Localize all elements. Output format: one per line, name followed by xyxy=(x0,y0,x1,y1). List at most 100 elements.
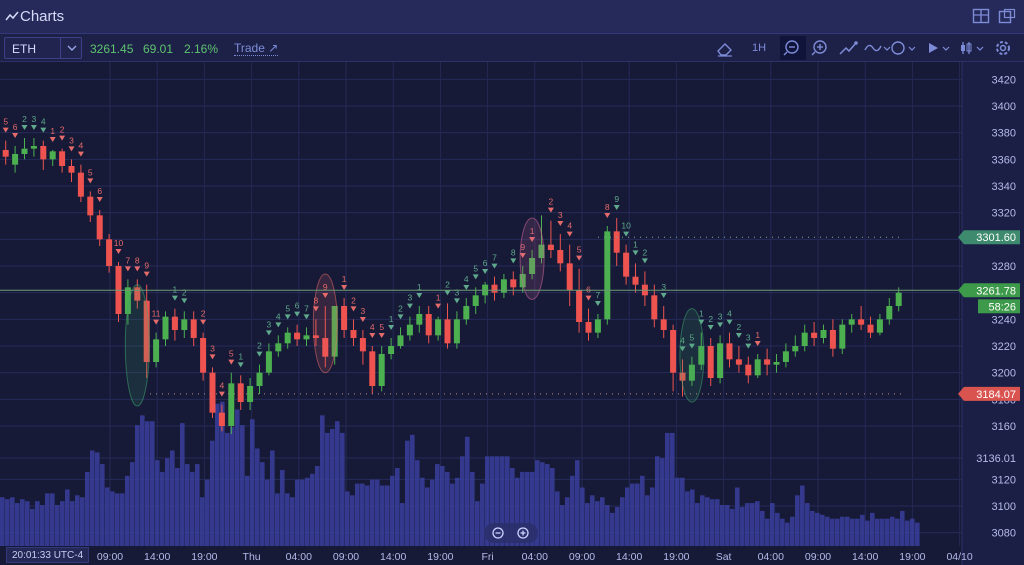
volume-bar xyxy=(560,505,565,546)
signal-triangle xyxy=(228,359,235,365)
candle xyxy=(96,215,103,240)
volume-bar xyxy=(35,501,40,546)
volume-bar xyxy=(365,485,370,546)
candle xyxy=(40,146,47,160)
signal-count: 2 xyxy=(257,341,262,351)
signal-count: 11 xyxy=(152,309,161,319)
volume-bar xyxy=(160,471,165,546)
candle xyxy=(49,151,56,160)
volume-bar xyxy=(100,464,105,546)
volume-bar xyxy=(320,415,325,546)
volume-bar xyxy=(420,477,425,546)
volume-bar xyxy=(250,419,255,546)
signal-triangle xyxy=(641,258,648,264)
volume-bar xyxy=(450,483,455,546)
candle xyxy=(764,359,771,365)
zoom-in-icon[interactable] xyxy=(808,36,832,60)
price-tick-label: 3200 xyxy=(992,368,1016,380)
symbol-selector[interactable]: ETH xyxy=(4,37,82,59)
time-tick-label: 04:00 xyxy=(286,551,312,563)
circle-tool-icon[interactable] xyxy=(888,36,918,60)
signal-triangle xyxy=(115,249,122,254)
signal-triangle xyxy=(284,314,291,320)
candle xyxy=(153,339,160,362)
candle xyxy=(848,319,855,325)
chevron-down-icon[interactable] xyxy=(60,38,82,58)
candle xyxy=(745,364,752,376)
volume-bar xyxy=(315,466,320,546)
candle xyxy=(68,166,75,173)
volume-bar xyxy=(330,429,335,546)
volume-bar xyxy=(10,497,15,546)
signal-count: 4 xyxy=(370,322,375,332)
volume-bar xyxy=(565,497,570,546)
signal-highlight-ellipse xyxy=(124,284,150,407)
volume-bar xyxy=(385,485,390,546)
volume-bar xyxy=(360,483,365,546)
signal-count: 2 xyxy=(182,287,187,297)
volume-bar xyxy=(125,475,130,546)
volume-bar xyxy=(785,522,790,546)
eraser-icon[interactable] xyxy=(714,36,736,60)
signal-count: 3 xyxy=(32,114,37,124)
signal-count: 2 xyxy=(549,197,554,207)
candle xyxy=(726,343,733,360)
volume-bar xyxy=(615,507,620,546)
signal-count: 8 xyxy=(605,202,610,212)
candlestick-chart[interactable]: 562 3 41 23456107 89111 22345 12345 6 7891234 512… xyxy=(0,62,1024,565)
volume-bar xyxy=(800,485,805,546)
candle xyxy=(463,306,470,320)
volume-bar xyxy=(850,518,855,546)
time-axis[interactable]: 09:00 14:00 19:00 Thu 04:00 09:00 14:00 19:00 Fr… xyxy=(97,551,973,563)
volume-bar xyxy=(445,471,450,546)
signal-triangle xyxy=(77,151,84,157)
time-tick-label: 09:00 xyxy=(97,551,123,563)
signal-triangle xyxy=(547,207,554,213)
signal-count: 10 xyxy=(114,238,124,248)
time-tick-label: 14:00 xyxy=(380,551,406,563)
split-layout-icon[interactable] xyxy=(972,8,990,24)
volume-bar xyxy=(635,483,640,546)
candle xyxy=(895,292,902,306)
volume-bar xyxy=(380,485,385,546)
candle xyxy=(256,372,263,386)
volume-bar xyxy=(170,450,175,546)
volume-bar xyxy=(590,495,595,546)
price-tick-label: 3080 xyxy=(992,528,1016,540)
symbol-label: ETH xyxy=(12,42,36,56)
candle xyxy=(237,383,244,402)
candle xyxy=(369,351,376,386)
trendline-icon[interactable] xyxy=(836,36,860,60)
candle xyxy=(623,252,630,277)
price-tick-label: 3240 xyxy=(992,314,1016,326)
timeframe-selector[interactable]: 1H xyxy=(752,42,766,54)
candle xyxy=(773,362,780,365)
volume-bar xyxy=(710,499,715,546)
volume-bar xyxy=(795,495,800,546)
cursor-tool-icon[interactable] xyxy=(924,36,954,60)
volume-bar xyxy=(120,493,125,546)
zoom-out-tool[interactable] xyxy=(780,36,806,60)
volume-bar xyxy=(695,503,700,546)
popout-window-icon[interactable] xyxy=(998,8,1016,24)
volume-bar xyxy=(815,512,820,546)
zoom-out-icon xyxy=(783,40,799,56)
signal-count: 1 xyxy=(633,239,638,249)
signal-triangle xyxy=(209,354,216,360)
volume-bar xyxy=(650,487,655,546)
volume-bar xyxy=(150,421,155,546)
signal-count: 2 xyxy=(22,114,27,124)
volume-bar xyxy=(895,518,900,546)
trade-link[interactable]: Trade ↗ xyxy=(234,41,279,56)
indicators-icon[interactable] xyxy=(958,36,988,60)
candle xyxy=(613,231,620,253)
signal-triangle xyxy=(754,341,761,346)
signal-triangle xyxy=(30,125,37,130)
volume-bar xyxy=(910,518,915,546)
settings-gear-icon[interactable] xyxy=(992,36,1014,60)
signal-triangle xyxy=(171,295,178,301)
signal-triangle xyxy=(585,295,592,301)
chart-area[interactable]: 5 6 2 3 4 1 2 3 4 5 6 10 7 8 9 11 1 2 2 3 4 5 1 2 3 4 5 6 7 8 9 1 2 3 4 5 1 2… xyxy=(0,62,1024,565)
price-axis[interactable]: 3420340033803360334033203300328032603240… xyxy=(958,62,1024,565)
signal-count: 3 xyxy=(408,293,413,303)
